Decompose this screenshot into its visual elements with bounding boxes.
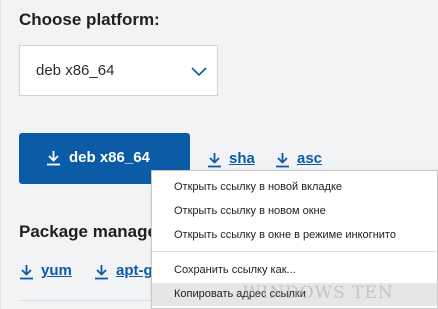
- download-icon: [208, 153, 221, 168]
- menu-separator: [152, 251, 437, 252]
- download-button-label: deb x86_64: [69, 149, 150, 166]
- menu-item-label: Сохранить ссылку как...: [174, 264, 296, 276]
- menu-item-open-new-window[interactable]: Открыть ссылку в новом окне: [152, 200, 437, 223]
- download-icon: [95, 265, 108, 280]
- yum-link-label: yum: [41, 262, 72, 279]
- menu-item-open-incognito[interactable]: Открыть ссылку в окне в режиме инкогнито: [152, 224, 437, 247]
- menu-item-copy-link-address[interactable]: Копировать адрес ссылки: [152, 283, 437, 306]
- menu-item-label: Открыть ссылку в новом окне: [174, 205, 326, 217]
- yum-link[interactable]: yum: [19, 262, 79, 282]
- asc-link-label: asc: [297, 150, 323, 167]
- sha-link-label: sha: [229, 150, 255, 167]
- package-managers-heading: Package managers: [19, 222, 174, 241]
- download-icon: [276, 153, 289, 168]
- menu-item-label: Открыть ссылку в новой вкладке: [174, 181, 342, 193]
- context-menu: Открыть ссылку в новой вкладке Открыть с…: [151, 170, 438, 309]
- sha-link[interactable]: sha: [207, 150, 262, 170]
- platform-select[interactable]: deb x86_64: [19, 45, 218, 96]
- chevron-down-icon: [191, 67, 207, 77]
- asc-link[interactable]: asc: [275, 150, 330, 170]
- menu-item-label: Открыть ссылку в окне в режиме инкогнито: [174, 229, 396, 241]
- download-icon: [47, 151, 60, 166]
- menu-item-open-new-tab[interactable]: Открыть ссылку в новой вкладке: [152, 176, 437, 199]
- download-icon: [20, 265, 33, 280]
- menu-item-save-link-as[interactable]: Сохранить ссылку как...: [152, 259, 437, 282]
- platform-select-value: deb x86_64: [36, 62, 115, 79]
- menu-item-label: Копировать адрес ссылки: [174, 288, 306, 300]
- choose-platform-heading: Choose platform:: [19, 10, 160, 29]
